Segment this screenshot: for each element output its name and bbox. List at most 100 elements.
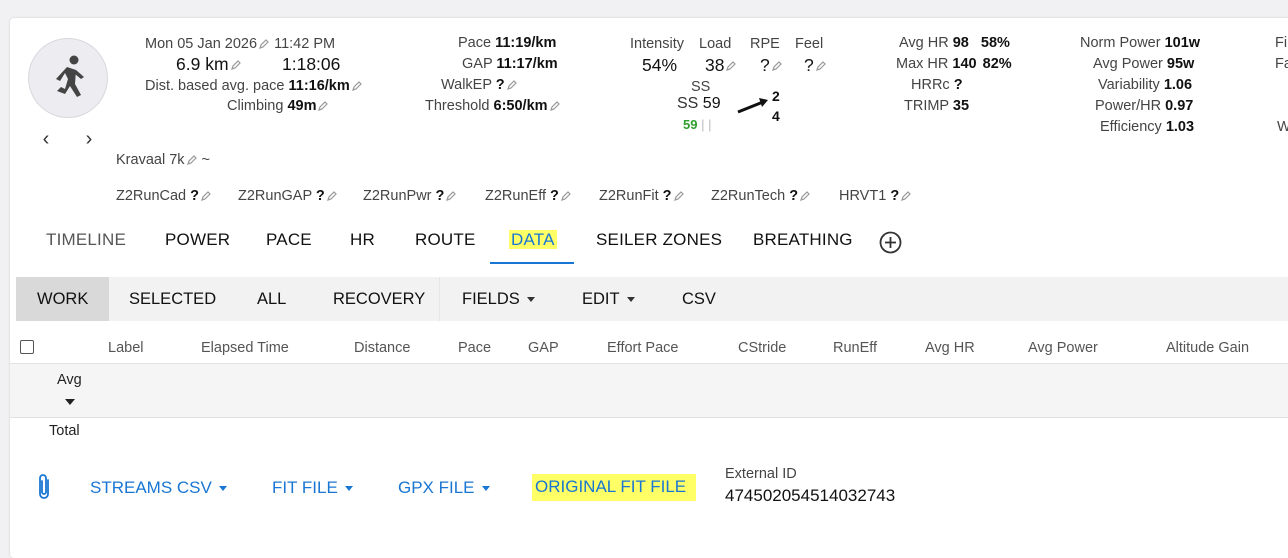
pencil-icon[interactable]: [900, 190, 912, 202]
time-text: 11:42 PM: [274, 36, 336, 52]
ss-sub: 59 | |: [683, 117, 711, 132]
custom-field-value: ?: [190, 188, 200, 204]
custom-field-z2runfit[interactable]: Z2RunFit ?: [599, 188, 685, 204]
pencil-icon[interactable]: [549, 100, 561, 112]
original-fit-file-link[interactable]: ORIGINAL FIT FILE: [532, 474, 697, 501]
custom-field-label: Z2RunCad: [116, 188, 187, 204]
custom-field-label: HRVT1: [839, 188, 887, 204]
cut-off-label-1: Fi: [1275, 35, 1288, 51]
variability-label: Variability: [1098, 77, 1160, 93]
tab-power[interactable]: POWER: [165, 230, 230, 250]
col-distance[interactable]: Distance: [354, 340, 410, 356]
tab-pace[interactable]: PACE: [266, 230, 312, 250]
activity-datetime[interactable]: Mon 05 Jan 2026 11:42 PM: [145, 36, 335, 52]
select-all-checkbox[interactable]: [20, 340, 34, 354]
col-gap[interactable]: GAP: [528, 340, 559, 356]
gap-stat: GAP 11:17/km: [462, 56, 558, 72]
pencil-icon[interactable]: [815, 60, 827, 72]
col-runeff[interactable]: RunEff: [833, 340, 877, 356]
feel-value: ?: [804, 55, 814, 75]
pencil-icon[interactable]: [258, 38, 270, 50]
load-value: 38: [705, 55, 725, 75]
pencil-icon[interactable]: [200, 190, 212, 202]
col-avg-hr[interactable]: Avg HR: [925, 340, 975, 356]
distance-text: 6.9 km: [176, 54, 229, 74]
avg-hr-pct: 58%: [980, 35, 1010, 51]
avg-row-label: Avg: [57, 372, 82, 388]
ss-text: SS: [677, 95, 699, 112]
gpx-file-dropdown[interactable]: GPX FILE: [398, 478, 490, 498]
sort-caret-icon[interactable]: [65, 399, 75, 405]
date-text: Mon 05 Jan 2026: [145, 36, 258, 52]
pencil-icon[interactable]: [506, 79, 518, 91]
csv-button[interactable]: CSV: [661, 277, 737, 321]
custom-field-z2runcad[interactable]: Z2RunCad ?: [116, 188, 212, 204]
pencil-icon[interactable]: [725, 60, 737, 72]
climbing-value: 49m: [287, 98, 317, 114]
col-effort-pace[interactable]: Effort Pace: [607, 340, 678, 356]
pencil-icon[interactable]: [445, 190, 457, 202]
fit-file-dropdown[interactable]: FIT FILE: [272, 478, 353, 498]
max-hr-stat: Max HR 140 82%: [896, 56, 1012, 72]
tab-hr[interactable]: HR: [350, 230, 375, 250]
col-cstride[interactable]: CStride: [738, 340, 786, 356]
activity-name[interactable]: Kravaal 7k ~: [116, 152, 210, 168]
col-elapsed-time[interactable]: Elapsed Time: [201, 340, 289, 356]
recovery-button[interactable]: RECOVERY: [312, 277, 446, 321]
streams-csv-dropdown[interactable]: STREAMS CSV: [90, 478, 227, 498]
col-avg-power[interactable]: Avg Power: [1028, 340, 1098, 356]
feel-value-wrap[interactable]: ?: [804, 55, 827, 76]
tab-breathing[interactable]: BREATHING: [753, 230, 853, 250]
tab-route[interactable]: ROUTE: [415, 230, 476, 250]
active-tab-indicator: [490, 262, 574, 264]
power-hr-value: 0.97: [1165, 98, 1194, 114]
norm-power-stat: Norm Power 101w: [1080, 35, 1200, 51]
paperclip-icon: [39, 474, 49, 499]
custom-field-hrvt1[interactable]: HRVT1 ?: [839, 188, 912, 204]
work-button[interactable]: WORK: [16, 277, 110, 321]
col-label[interactable]: Label: [108, 340, 143, 356]
all-button[interactable]: ALL: [236, 277, 307, 321]
plus-circle-icon[interactable]: [879, 231, 902, 254]
rpe-value-wrap[interactable]: ?: [760, 55, 783, 76]
trend-arrow-icon: [737, 98, 768, 114]
power-hr-stat: Power/HR 0.97: [1095, 98, 1193, 114]
pencil-icon[interactable]: [560, 190, 572, 202]
load-label: Load: [699, 36, 732, 52]
ss-label: SS: [691, 79, 711, 95]
load-value-wrap[interactable]: 38: [705, 55, 737, 76]
pencil-icon[interactable]: [351, 80, 363, 92]
efficiency-value: 1.03: [1165, 119, 1195, 135]
tab-timeline[interactable]: TIMELINE: [46, 230, 126, 250]
pencil-icon[interactable]: [230, 59, 242, 71]
activity-name-text: Kravaal 7k: [116, 152, 185, 168]
pencil-icon[interactable]: [186, 154, 198, 166]
dist-pace-value: 11:16/km: [288, 78, 350, 94]
fields-dropdown[interactable]: FIELDS: [441, 277, 556, 321]
streams-csv-label: STREAMS CSV: [90, 478, 212, 497]
distance-value[interactable]: 6.9 km: [176, 54, 242, 75]
custom-field-z2runtech[interactable]: Z2RunTech ?: [711, 188, 811, 204]
col-pace[interactable]: Pace: [458, 340, 491, 356]
edit-dropdown[interactable]: EDIT: [561, 277, 656, 321]
walkep-value: ?: [495, 77, 505, 93]
trimp-value: 35: [952, 98, 970, 114]
custom-field-z2runeff[interactable]: Z2RunEff ?: [485, 188, 572, 204]
pencil-icon[interactable]: [799, 190, 811, 202]
pencil-icon[interactable]: [317, 100, 329, 112]
ss-stat: SS 59: [677, 95, 721, 113]
pencil-icon[interactable]: [326, 190, 338, 202]
custom-field-z2rungap[interactable]: Z2RunGAP ?: [238, 188, 338, 204]
chevron-left-icon[interactable]: ‹: [35, 128, 57, 150]
custom-field-value: ?: [789, 188, 799, 204]
pencil-icon[interactable]: [673, 190, 685, 202]
selected-button[interactable]: SELECTED: [108, 277, 237, 321]
pencil-icon[interactable]: [771, 60, 783, 72]
tab-seiler-zones[interactable]: SEILER ZONES: [596, 230, 722, 250]
chevron-right-icon[interactable]: ›: [78, 128, 100, 150]
duration-value: 1:18:06: [282, 54, 341, 74]
custom-field-z2runpwr[interactable]: Z2RunPwr ?: [363, 188, 457, 204]
tab-data[interactable]: DATA: [509, 230, 557, 250]
activity-avatar[interactable]: [28, 38, 108, 118]
col-altitude-gain[interactable]: Altitude Gain: [1166, 340, 1249, 356]
